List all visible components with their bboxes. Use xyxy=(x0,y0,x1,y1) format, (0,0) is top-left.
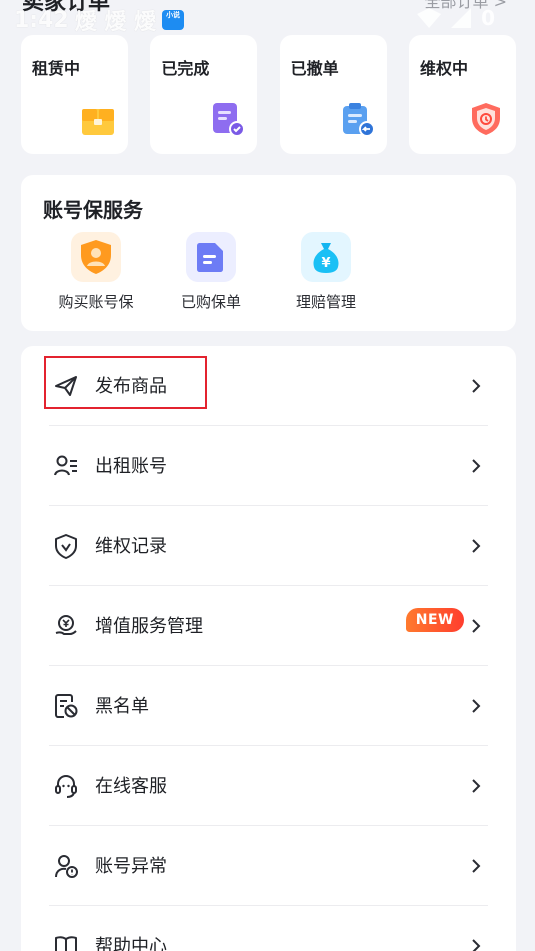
account-protection-title: 账号保服务 xyxy=(43,198,143,222)
chevron-right-icon xyxy=(472,379,481,393)
paper-plane-icon xyxy=(55,376,77,396)
menu-item-blacklist[interactable]: 黑名单 xyxy=(49,666,488,746)
purchased-policies[interactable]: 已购保单 xyxy=(156,232,266,312)
box-icon xyxy=(82,109,114,135)
order-status-label: 已撤单 xyxy=(290,59,339,78)
status-bar: 1:42 燰 燰 燰 小说 xyxy=(14,4,185,34)
chevron-right-icon xyxy=(472,939,481,951)
status-time: 1:42 xyxy=(14,7,69,33)
menu-item-label: 账号异常 xyxy=(95,856,167,877)
chevron-right-icon xyxy=(472,619,481,633)
menu-item-label: 出租账号 xyxy=(95,456,167,477)
menu-item-account-exception[interactable]: 账号异常 xyxy=(49,826,488,906)
document-icon xyxy=(186,232,236,282)
chevron-right-icon xyxy=(472,459,481,473)
shield-check-icon xyxy=(55,534,77,559)
battery-icon: 0 xyxy=(481,6,495,30)
order-status-label: 维权中 xyxy=(419,59,468,78)
user-list-icon xyxy=(54,455,77,476)
menu-item-label: 黑名单 xyxy=(95,696,149,717)
clipboard-return-icon xyxy=(342,103,375,137)
order-status-label: 租赁中 xyxy=(32,59,81,78)
svg-text:¥: ¥ xyxy=(321,256,330,271)
menu-item-label: 增值服务管理 xyxy=(95,616,203,637)
chevron-right-icon xyxy=(472,779,481,793)
menu-item-value-added-services[interactable]: 增值服务管理 NEW xyxy=(49,586,488,666)
top-header: 卖家订单 全部订单 > 1:42 燰 燰 燰 小说 0 xyxy=(0,0,535,34)
chevron-right-icon xyxy=(472,539,481,553)
book-icon xyxy=(55,936,77,951)
menu-item-label: 维权记录 xyxy=(95,536,167,557)
status-notifications: 燰 燰 燰 xyxy=(74,10,157,34)
status-indicators: 0 xyxy=(417,6,495,30)
money-bag-icon: ¥ xyxy=(301,232,351,282)
buy-account-protection[interactable]: 购买账号保 xyxy=(41,232,151,312)
order-status-renting[interactable]: 租赁中 xyxy=(21,35,128,154)
document-check-icon xyxy=(213,103,246,137)
menu-item-label: 发布商品 xyxy=(95,376,167,397)
shield-user-icon xyxy=(71,232,121,282)
shield-alert-icon xyxy=(471,103,500,135)
menu-item-help-center[interactable]: 帮助中心 xyxy=(49,906,488,951)
account-protection-card: 账号保服务 购买账号保 已购保单 ¥ 理赔管理 xyxy=(21,175,516,331)
order-status-disputing[interactable]: 维权中 xyxy=(408,35,516,154)
menu-item-publish-product[interactable]: 发布商品 xyxy=(49,346,488,426)
order-status-completed[interactable]: 已完成 xyxy=(150,35,258,154)
protect-item-label: 理赔管理 xyxy=(295,293,356,311)
menu-list: 发布商品 出租账号 维权记录 增值服务管理 NEW 黑名单 在线客服 账号异常 … xyxy=(21,346,516,951)
order-status-label: 已完成 xyxy=(161,59,210,78)
coin-hand-icon xyxy=(55,615,77,635)
wifi-icon xyxy=(417,8,442,28)
menu-item-rent-account[interactable]: 出租账号 xyxy=(49,426,488,506)
new-badge: NEW xyxy=(405,608,464,632)
app-badge-icon: 小说 xyxy=(162,10,185,30)
order-status-cancelled[interactable]: 已撤单 xyxy=(279,35,387,154)
headset-icon xyxy=(55,774,77,798)
blocked-list-icon xyxy=(55,694,78,718)
protect-item-label: 购买账号保 xyxy=(58,293,134,311)
claims-management[interactable]: ¥ 理赔管理 xyxy=(271,232,381,312)
order-status-row: 租赁中 已完成 已撤单 维权中 xyxy=(21,35,516,154)
protect-item-label: 已购保单 xyxy=(180,293,241,311)
user-warning-icon xyxy=(55,855,78,878)
signal-icon xyxy=(451,8,472,28)
menu-item-label: 帮助中心 xyxy=(95,936,167,951)
menu-item-online-support[interactable]: 在线客服 xyxy=(49,746,488,826)
chevron-right-icon xyxy=(472,699,481,713)
menu-item-dispute-records[interactable]: 维权记录 xyxy=(49,506,488,586)
menu-item-label: 在线客服 xyxy=(95,776,167,797)
chevron-right-icon xyxy=(472,859,481,873)
